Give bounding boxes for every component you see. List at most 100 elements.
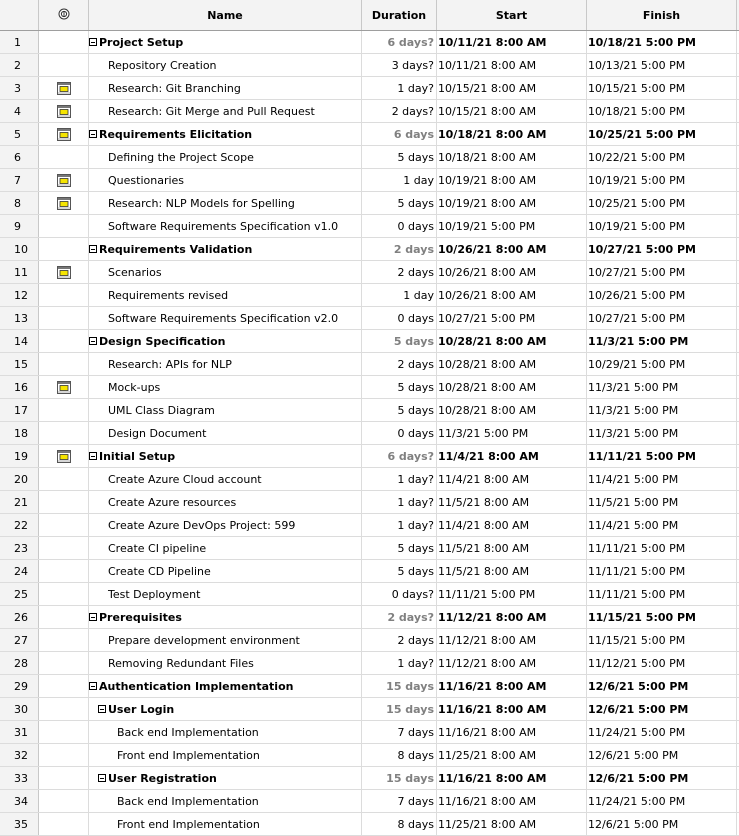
table-row[interactable]: 29 Authentication Implementation 15 days 11… [0,675,739,698]
task-name[interactable]: Mock-ups [89,376,362,398]
task-finish[interactable]: 10/26/21 5:00 PM [587,284,737,306]
table-row[interactable]: 34 Back end Implementation 7 days 11/16/21 … [0,790,739,813]
task-duration[interactable]: 6 days [362,123,437,145]
table-row[interactable]: 25 Test Deployment 0 days? 11/11/21 5:00 PM… [0,583,739,606]
table-row[interactable]: 23 Create CI pipeline 5 days 11/5/21 8:00 A… [0,537,739,560]
table-row[interactable]: 6 Defining the Project Scope 5 days 10/18/2… [0,146,739,169]
collapse-icon[interactable] [89,130,97,138]
table-row[interactable]: 30 User Login 15 days 11/16/21 8:00 AM 12/6/… [0,698,739,721]
task-finish[interactable]: 11/3/21 5:00 PM [587,376,737,398]
task-name[interactable]: Create Azure DevOps Project: 599 [89,514,362,536]
table-row[interactable]: 22 Create Azure DevOps Project: 599 1 day?… [0,514,739,537]
summary-task-name[interactable]: Authentication Implementation [89,675,362,697]
task-finish[interactable]: 11/4/21 5:00 PM [587,468,737,490]
task-start[interactable]: 10/27/21 5:00 PM [437,307,587,329]
row-id[interactable]: 16 [0,376,39,398]
task-name[interactable]: Research: Git Merge and Pull Request [89,100,362,122]
task-name[interactable]: Research: NLP Models for Spelling [89,192,362,214]
task-name[interactable]: Prepare development environment [89,629,362,651]
summary-task-name[interactable]: Design Specification [89,330,362,352]
table-row[interactable]: 20 Create Azure Cloud account 1 day? 11/4/2… [0,468,739,491]
row-id[interactable]: 12 [0,284,39,306]
task-duration[interactable]: 2 days [362,353,437,375]
summary-task-name[interactable]: Project Setup [89,31,362,53]
row-id[interactable]: 30 [0,698,39,720]
task-name[interactable]: Requirements revised [89,284,362,306]
task-finish[interactable]: 10/27/21 5:00 PM [587,307,737,329]
row-id[interactable]: 14 [0,330,39,352]
table-row[interactable]: 19 Initial Setup 6 days? 11/4/21 8:00 AM 11/… [0,445,739,468]
row-id[interactable]: 15 [0,353,39,375]
task-start[interactable]: 11/3/21 5:00 PM [437,422,587,444]
task-start[interactable]: 10/26/21 8:00 AM [437,261,587,283]
table-row[interactable]: 31 Back end Implementation 7 days 11/16/21 … [0,721,739,744]
task-start[interactable]: 11/4/21 8:00 AM [437,468,587,490]
row-id[interactable]: 22 [0,514,39,536]
task-duration[interactable]: 5 days [362,146,437,168]
task-name[interactable]: Defining the Project Scope [89,146,362,168]
header-indicators[interactable] [39,0,89,30]
row-id[interactable]: 19 [0,445,39,467]
task-start[interactable]: 10/28/21 8:00 AM [437,399,587,421]
task-duration[interactable]: 1 day [362,284,437,306]
task-start[interactable]: 11/4/21 8:00 AM [437,514,587,536]
collapse-icon[interactable] [89,613,97,621]
header-duration[interactable]: Duration [362,0,437,30]
task-finish[interactable]: 11/11/21 5:00 PM [587,537,737,559]
task-duration[interactable]: 6 days? [362,31,437,53]
task-duration[interactable]: 2 days [362,629,437,651]
task-duration[interactable]: 0 days [362,307,437,329]
task-finish[interactable]: 10/18/21 5:00 PM [587,100,737,122]
collapse-icon[interactable] [98,705,106,713]
task-start[interactable]: 10/26/21 8:00 AM [437,284,587,306]
task-start[interactable]: 11/25/21 8:00 AM [437,744,587,766]
row-id[interactable]: 3 [0,77,39,99]
calendar-icon[interactable] [56,104,71,118]
task-duration[interactable]: 1 day? [362,77,437,99]
task-start[interactable]: 10/28/21 8:00 AM [437,330,587,352]
summary-task-name[interactable]: Requirements Validation [89,238,362,260]
calendar-icon[interactable] [56,196,71,210]
row-id[interactable]: 35 [0,813,39,835]
header-name[interactable]: Name [89,0,362,30]
task-name[interactable]: Test Deployment [89,583,362,605]
task-finish[interactable]: 11/11/21 5:00 PM [587,445,737,467]
task-start[interactable]: 10/28/21 8:00 AM [437,353,587,375]
task-start[interactable]: 11/16/21 8:00 AM [437,721,587,743]
table-row[interactable]: 14 Design Specification 5 days 10/28/21 8:0… [0,330,739,353]
task-duration[interactable]: 5 days [362,537,437,559]
row-id[interactable]: 20 [0,468,39,490]
table-row[interactable]: 3 Research: Git Branching 1 day? 10/15/21 8… [0,77,739,100]
task-start[interactable]: 10/18/21 8:00 AM [437,146,587,168]
header-finish[interactable]: Finish [587,0,737,30]
row-id[interactable]: 1 [0,31,39,53]
row-id[interactable]: 18 [0,422,39,444]
summary-task-name[interactable]: Prerequisites [89,606,362,628]
row-id[interactable]: 17 [0,399,39,421]
task-start[interactable]: 10/11/21 8:00 AM [437,31,587,53]
task-duration[interactable]: 6 days? [362,445,437,467]
row-id[interactable]: 6 [0,146,39,168]
row-id[interactable]: 5 [0,123,39,145]
row-id[interactable]: 25 [0,583,39,605]
task-finish[interactable]: 11/11/21 5:00 PM [587,583,737,605]
task-finish[interactable]: 11/15/21 5:00 PM [587,629,737,651]
task-name[interactable]: Create Azure Cloud account [89,468,362,490]
table-row[interactable]: 4 Research: Git Merge and Pull Request 2 d… [0,100,739,123]
task-start[interactable]: 11/12/21 8:00 AM [437,652,587,674]
task-finish[interactable]: 11/3/21 5:00 PM [587,399,737,421]
collapse-icon[interactable] [89,245,97,253]
task-start[interactable]: 11/12/21 8:00 AM [437,629,587,651]
task-start[interactable]: 11/16/21 8:00 AM [437,767,587,789]
header-start[interactable]: Start [437,0,587,30]
task-start[interactable]: 10/28/21 8:00 AM [437,376,587,398]
row-id[interactable]: 33 [0,767,39,789]
calendar-icon[interactable] [56,449,71,463]
row-id[interactable]: 21 [0,491,39,513]
calendar-icon[interactable] [56,127,71,141]
task-finish[interactable]: 10/25/21 5:00 PM [587,192,737,214]
task-start[interactable]: 10/15/21 8:00 AM [437,100,587,122]
calendar-icon[interactable] [56,380,71,394]
task-name[interactable]: Software Requirements Specification v1.0 [89,215,362,237]
task-duration[interactable]: 5 days [362,192,437,214]
